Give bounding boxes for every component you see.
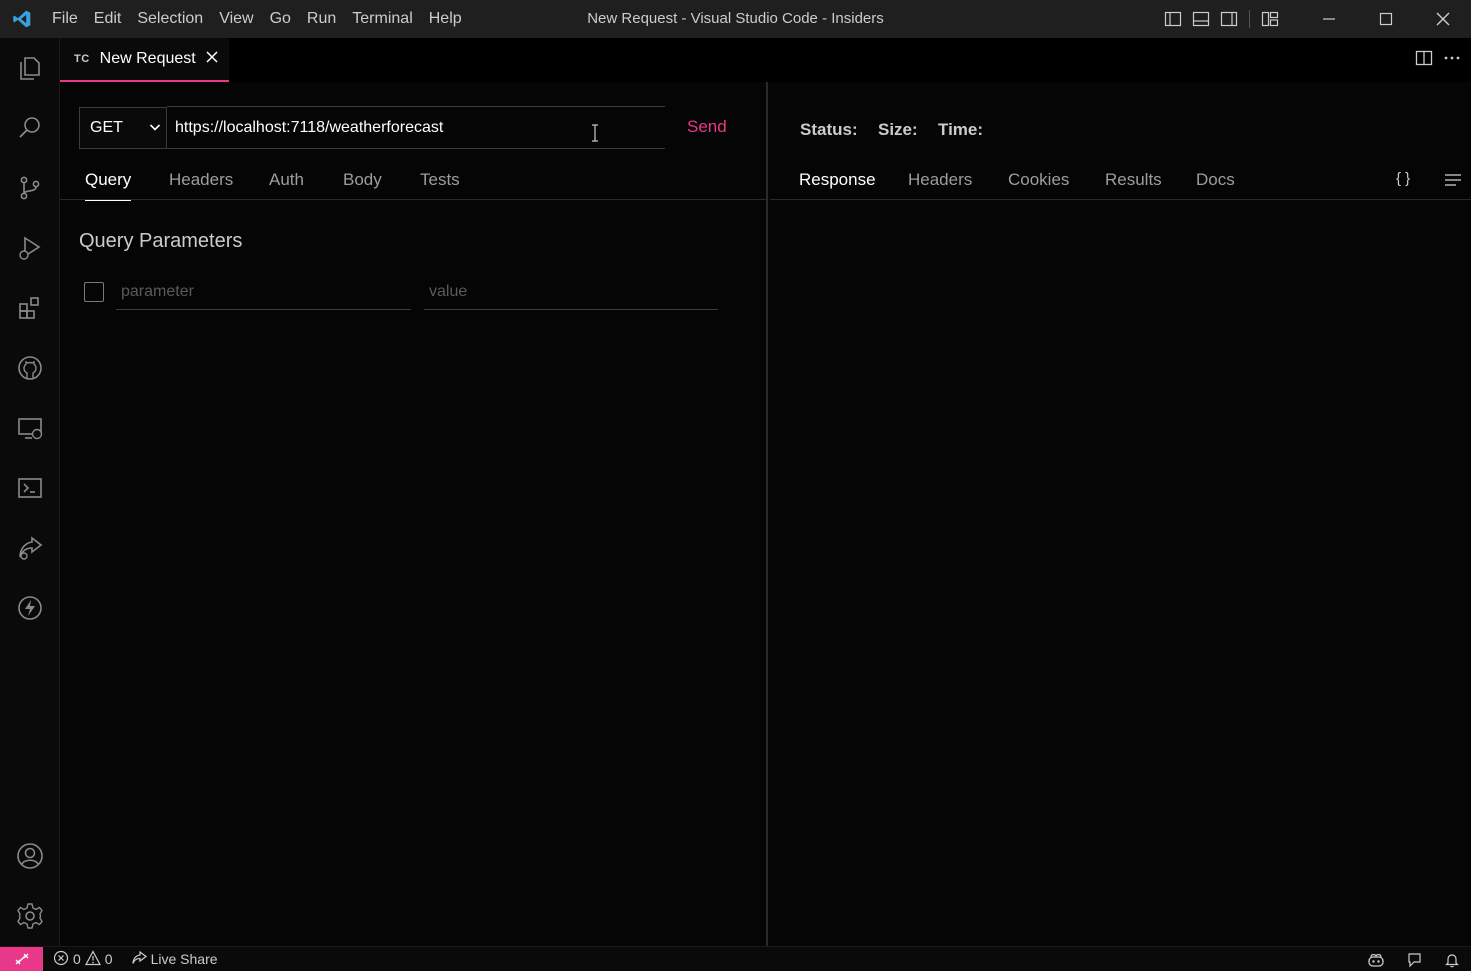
- tab-headers[interactable]: Headers: [169, 170, 233, 190]
- live-share-status-icon: [131, 950, 147, 969]
- tab-docs[interactable]: Docs: [1196, 170, 1235, 190]
- notifications-bell-icon[interactable]: [1433, 947, 1471, 971]
- menu-view[interactable]: View: [211, 0, 261, 38]
- request-tabs: Query Headers Auth Body Tests: [60, 162, 766, 201]
- search-icon[interactable]: [10, 108, 50, 148]
- response-tabs: Response Headers Cookies Results Docs { …: [770, 162, 1471, 200]
- warning-count: 0: [104, 951, 113, 967]
- close-tab-icon[interactable]: [206, 50, 218, 68]
- vscode-insiders-logo-icon: [0, 0, 44, 38]
- live-share-status[interactable]: Live Share: [131, 950, 218, 969]
- menu-lines-icon[interactable]: [1444, 172, 1462, 193]
- editor-area: TC New Request GET https://localhost:711…: [60, 38, 1471, 946]
- editor-actions: [1415, 38, 1461, 82]
- terminal-icon[interactable]: [10, 468, 50, 508]
- tab-cookies[interactable]: Cookies: [1008, 170, 1069, 190]
- pane-splitter[interactable]: [766, 82, 768, 946]
- run-debug-icon[interactable]: [10, 228, 50, 268]
- status-label: Status:: [800, 120, 858, 139]
- settings-gear-icon[interactable]: [10, 896, 50, 936]
- activity-bar: [0, 38, 60, 946]
- menu-edit[interactable]: Edit: [86, 0, 130, 38]
- tab-query[interactable]: Query: [85, 170, 132, 201]
- chevron-down-icon: [148, 120, 162, 139]
- menu-help[interactable]: Help: [421, 0, 470, 38]
- remote-explorer-icon[interactable]: [10, 408, 50, 448]
- param-name-input[interactable]: parameter: [116, 276, 411, 310]
- tab-results[interactable]: Results: [1105, 170, 1162, 190]
- menu-bar: File Edit Selection View Go Run Terminal…: [44, 0, 470, 38]
- tab-response[interactable]: Response: [799, 170, 876, 190]
- tab-bar: TC New Request: [60, 38, 1471, 82]
- param-enable-checkbox[interactable]: [84, 282, 104, 302]
- param-value-input[interactable]: value: [424, 276, 718, 310]
- warning-icon: [84, 949, 101, 969]
- toggle-primary-sidebar-icon[interactable]: [1159, 0, 1187, 38]
- json-format-icon[interactable]: { }: [1396, 170, 1410, 187]
- menu-run[interactable]: Run: [299, 0, 344, 38]
- menu-go[interactable]: Go: [262, 0, 299, 38]
- maximize-icon[interactable]: [1357, 0, 1414, 38]
- problems-indicator[interactable]: 0 0: [53, 949, 113, 969]
- tab-body[interactable]: Body: [343, 170, 382, 190]
- thunder-client-icon[interactable]: [10, 588, 50, 628]
- text-cursor-icon: [590, 124, 600, 147]
- method-value: GET: [90, 119, 123, 136]
- tab-new-request[interactable]: TC New Request: [60, 38, 229, 82]
- method-select[interactable]: GET: [79, 107, 167, 149]
- query-parameters-title: Query Parameters: [79, 230, 243, 252]
- menu-file[interactable]: File: [44, 0, 86, 38]
- thunder-client-tab-mark: TC: [74, 53, 90, 65]
- split-editor-icon[interactable]: [1415, 49, 1433, 72]
- status-bar-right: [1357, 947, 1471, 971]
- size-label: Size:: [878, 120, 918, 139]
- toggle-secondary-sidebar-icon[interactable]: [1215, 0, 1243, 38]
- remote-indicator-icon[interactable]: [0, 946, 43, 971]
- more-actions-icon[interactable]: [1443, 49, 1461, 72]
- send-button[interactable]: Send: [687, 117, 727, 137]
- extensions-icon[interactable]: [10, 288, 50, 328]
- copilot-icon[interactable]: [1357, 947, 1395, 971]
- error-count: 0: [73, 951, 81, 967]
- tab-response-headers[interactable]: Headers: [908, 170, 972, 190]
- title-controls: [1159, 0, 1471, 38]
- feedback-icon[interactable]: [1395, 947, 1433, 971]
- time-label: Time:: [938, 120, 984, 139]
- title-bar: File Edit Selection View Go Run Terminal…: [0, 0, 1471, 38]
- tab-auth[interactable]: Auth: [269, 170, 304, 190]
- account-icon[interactable]: [10, 836, 50, 876]
- explorer-icon[interactable]: [10, 48, 50, 88]
- status-bar: 0 0 Live Share: [0, 946, 1471, 971]
- tab-tests[interactable]: Tests: [420, 170, 460, 190]
- tab-label: New Request: [99, 50, 196, 67]
- minimize-icon[interactable]: [1300, 0, 1357, 38]
- live-share-icon[interactable]: [10, 528, 50, 568]
- error-icon: [53, 950, 69, 969]
- customize-layout-icon[interactable]: [1256, 0, 1284, 38]
- github-icon[interactable]: [10, 348, 50, 388]
- close-window-icon[interactable]: [1414, 0, 1471, 38]
- source-control-icon[interactable]: [10, 168, 50, 208]
- menu-terminal[interactable]: Terminal: [344, 0, 420, 38]
- live-share-label: Live Share: [150, 951, 218, 967]
- menu-selection[interactable]: Selection: [129, 0, 211, 38]
- toggle-panel-icon[interactable]: [1187, 0, 1215, 38]
